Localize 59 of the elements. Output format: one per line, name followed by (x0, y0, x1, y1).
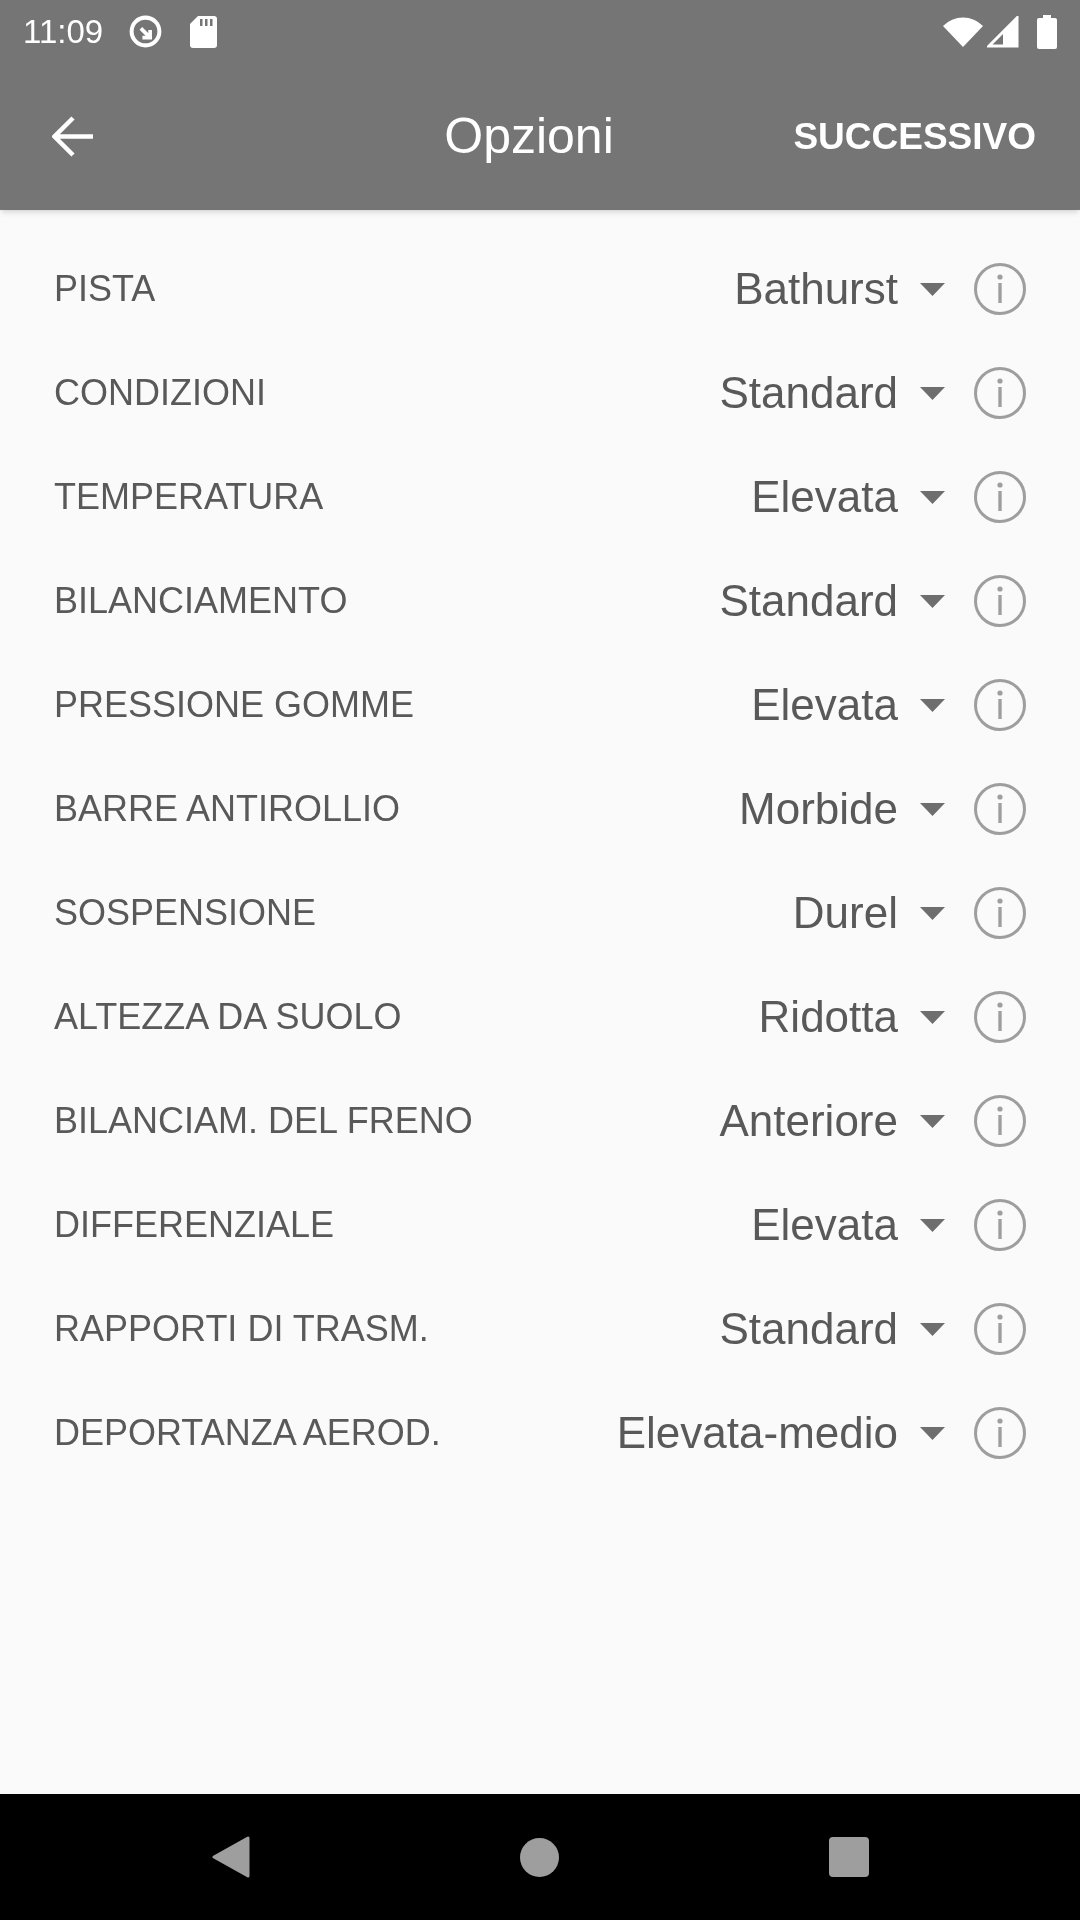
option-dropdown[interactable]: Morbide (739, 776, 945, 842)
option-label: BARRE ANTIROLLIO (54, 787, 401, 831)
option-label: PRESSIONE GOMME (54, 683, 415, 727)
option-dropdown[interactable]: Ridotta (758, 984, 945, 1050)
cell-signal-icon (987, 15, 1019, 48)
caret-down-icon (920, 594, 945, 608)
option-label: RAPPORTI DI TRASM. (54, 1307, 429, 1351)
next-button[interactable]: SUCCESSIVO (793, 108, 1036, 165)
option-dropdown[interactable]: Elevata (751, 464, 945, 530)
caret-down-icon (920, 906, 945, 920)
option-label: DIFFERENZIALE (54, 1203, 335, 1247)
info-icon[interactable] (974, 887, 1026, 939)
caret-down-icon (920, 1010, 945, 1024)
option-dropdown[interactable]: Elevata-medio (616, 1400, 945, 1466)
option-dropdown[interactable]: Standard (719, 360, 945, 426)
caret-down-icon (920, 1426, 945, 1440)
option-label: SOSPENSIONE (54, 891, 317, 935)
caret-down-icon (920, 1218, 945, 1232)
option-label: TEMPERATURA (54, 475, 324, 519)
option-dropdown[interactable]: Elevata (751, 1192, 945, 1258)
option-dropdown[interactable]: Anteriore (719, 1088, 945, 1154)
info-icon[interactable] (974, 1199, 1026, 1251)
nav-recents-icon[interactable] (828, 1837, 869, 1877)
option-label: BILANCIAMENTO (54, 579, 348, 623)
option-dropdown[interactable]: Elevata (751, 672, 945, 738)
status-time: 11:09 (23, 15, 104, 48)
caret-down-icon (920, 490, 945, 504)
option-dropdown[interactable]: Standard (719, 1296, 945, 1362)
option-dropdown[interactable]: Durel (792, 880, 945, 946)
wifi-icon (943, 16, 983, 47)
caret-down-icon (920, 698, 945, 712)
nav-back-icon[interactable] (211, 1836, 250, 1878)
option-label: BILANCIAM. DEL FRENO (54, 1099, 473, 1143)
caret-down-icon (920, 802, 945, 816)
sd-card-icon (190, 15, 218, 48)
caret-down-icon (920, 1322, 945, 1336)
info-icon[interactable] (974, 783, 1026, 835)
back-arrow-icon (52, 116, 95, 157)
option-label: DEPORTANZA AEROD. (54, 1411, 441, 1455)
option-label: PISTA (54, 267, 156, 311)
caret-down-icon (920, 386, 945, 400)
info-icon[interactable] (974, 471, 1026, 523)
option-dropdown[interactable]: Standard (719, 568, 945, 634)
info-icon[interactable] (974, 991, 1026, 1043)
nav-home-icon[interactable] (519, 1837, 559, 1877)
info-icon[interactable] (974, 1303, 1026, 1355)
option-dropdown[interactable]: Bathurst (734, 256, 945, 322)
info-icon[interactable] (974, 367, 1026, 419)
info-icon[interactable] (974, 1407, 1026, 1459)
info-icon[interactable] (974, 1095, 1026, 1147)
option-label: CONDIZIONI (54, 371, 266, 415)
caret-down-icon (920, 1114, 945, 1128)
info-icon[interactable] (974, 263, 1026, 315)
option-label: ALTEZZA DA SUOLO (54, 995, 402, 1039)
battery-icon (1037, 14, 1057, 49)
info-icon[interactable] (974, 575, 1026, 627)
caret-down-icon (920, 282, 945, 296)
info-icon[interactable] (974, 679, 1026, 731)
screen-title: Opzioni (444, 107, 615, 166)
